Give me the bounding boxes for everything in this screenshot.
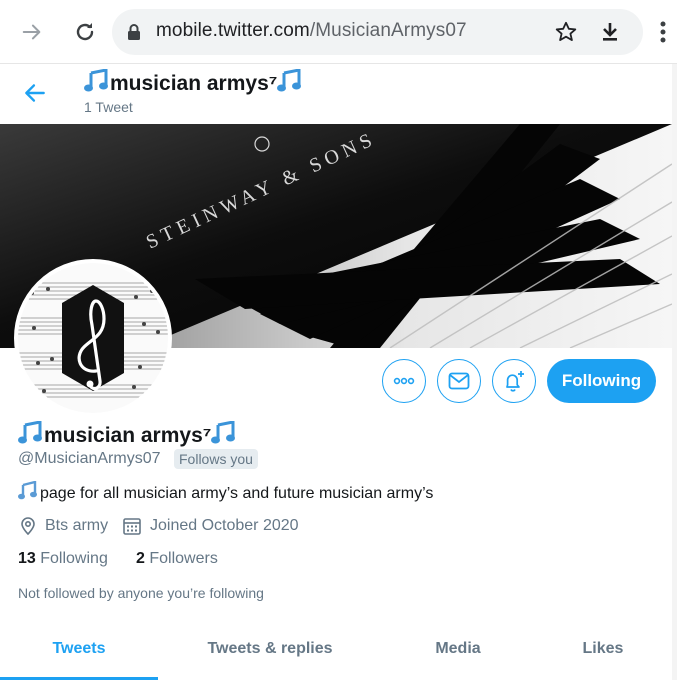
address-bar[interactable]: mobile.twitter.com/MusicianArmys07 bbox=[112, 9, 643, 55]
reload-icon[interactable] bbox=[71, 18, 99, 46]
browser-toolbar: mobile.twitter.com/MusicianArmys07 bbox=[0, 0, 677, 64]
join-date: Joined October 2020 bbox=[122, 516, 299, 536]
followers-stat[interactable]: 2 Followers bbox=[136, 550, 218, 568]
lock-icon bbox=[126, 23, 142, 46]
music-note-icon bbox=[211, 421, 236, 444]
profile-header-bar: musician armys⁷ 1 Tweet bbox=[0, 64, 677, 124]
tab-likes[interactable]: Likes bbox=[558, 640, 648, 658]
avatar[interactable] bbox=[14, 259, 172, 417]
follows-you-badge: Follows you bbox=[174, 449, 258, 469]
message-button[interactable] bbox=[437, 359, 481, 403]
notifications-button[interactable] bbox=[492, 359, 536, 403]
following-button[interactable]: Following bbox=[547, 359, 656, 403]
tab-tweets-replies[interactable]: Tweets & replies bbox=[178, 640, 362, 658]
calendar-icon bbox=[123, 518, 141, 535]
music-note-icon bbox=[18, 421, 42, 444]
back-arrow-icon[interactable] bbox=[22, 80, 48, 111]
scrollbar-gutter bbox=[672, 64, 677, 680]
url-text: mobile.twitter.com/MusicianArmys07 bbox=[156, 20, 467, 41]
following-stat[interactable]: 13 Following bbox=[18, 550, 108, 568]
download-icon[interactable] bbox=[598, 20, 622, 49]
profile-handle: @MusicianArmys07 bbox=[18, 450, 161, 467]
location: Bts army bbox=[18, 516, 108, 536]
music-note-icon bbox=[84, 69, 108, 92]
location-icon bbox=[21, 517, 35, 536]
more-button[interactable] bbox=[382, 359, 426, 403]
more-icon bbox=[393, 377, 415, 385]
forward-icon[interactable] bbox=[18, 18, 46, 46]
profile-bio: page for all musician army’s and future … bbox=[18, 481, 433, 503]
more-vert-icon[interactable] bbox=[655, 18, 671, 46]
bell-plus-icon bbox=[506, 371, 524, 392]
message-icon bbox=[448, 372, 470, 390]
tweet-count: 1 Tweet bbox=[84, 99, 133, 115]
not-followed-note: Not followed by anyone you’re following bbox=[18, 585, 264, 601]
tab-tweets[interactable]: Tweets bbox=[0, 640, 158, 658]
music-notes-icon bbox=[18, 481, 37, 500]
header-title: musician armys⁷ bbox=[84, 69, 303, 96]
star-icon[interactable] bbox=[554, 20, 578, 49]
music-note-icon bbox=[277, 69, 302, 92]
profile-name: musician armys⁷ bbox=[18, 421, 237, 448]
tab-media[interactable]: Media bbox=[410, 640, 506, 658]
